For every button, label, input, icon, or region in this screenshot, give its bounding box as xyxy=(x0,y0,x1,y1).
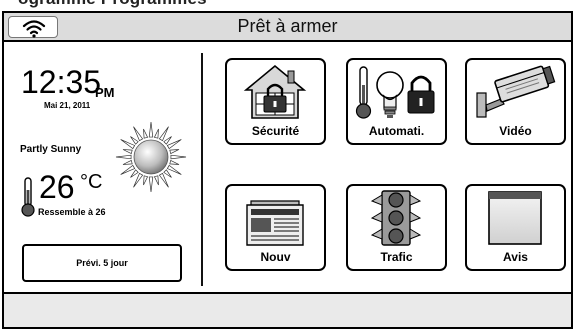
bottom-bar xyxy=(4,292,571,327)
automation-thermometer-bulb-lock-icon xyxy=(355,66,435,119)
status-title: Prêt à armer xyxy=(237,16,338,36)
cropped-caption-strip: ogramme Programmes xyxy=(0,0,575,8)
automation-tile[interactable]: Automati. xyxy=(346,58,447,145)
partly-sunny-icon xyxy=(115,121,187,193)
status-bar: Prêt à armer xyxy=(4,13,571,42)
vertical-divider xyxy=(201,53,203,286)
notices-tile[interactable]: Avis xyxy=(465,184,566,271)
newspaper-icon xyxy=(246,200,304,246)
touchscreen-panel: Prêt à armer 12:35 PM Mai 21, 2011 Partl… xyxy=(2,11,573,329)
traffic-light-icon xyxy=(370,190,422,246)
traffic-tile-label: Trafic xyxy=(380,250,413,264)
cropped-caption: ogramme Programmes xyxy=(18,0,207,8)
clock-date: Mai 21, 2011 xyxy=(44,101,91,110)
clock-ampm: PM xyxy=(95,85,115,100)
video-tile[interactable]: Vidéo xyxy=(465,58,566,145)
automation-tile-label: Automati. xyxy=(368,124,425,138)
security-tile[interactable]: Sécurité xyxy=(225,58,326,145)
clock-time: 12:35 xyxy=(21,64,102,100)
temperature-value: 26 xyxy=(39,169,75,205)
temperature-unit: °C xyxy=(80,171,103,193)
security-camera-icon xyxy=(476,65,556,118)
security-house-lock-icon xyxy=(243,64,307,119)
news-tile-label: Nouv xyxy=(260,250,291,264)
notices-tile-label: Avis xyxy=(503,250,528,264)
forecast-button[interactable]: Prévi. 5 jour xyxy=(22,244,182,282)
traffic-tile[interactable]: Trafic xyxy=(346,184,447,271)
weather-condition: Partly Sunny xyxy=(20,144,82,155)
notice-page-icon xyxy=(488,191,542,245)
thermometer-icon xyxy=(21,177,35,217)
news-tile[interactable]: Nouv xyxy=(225,184,326,271)
security-tile-label: Sécurité xyxy=(251,124,300,138)
feels-like-text: Ressemble à 26 xyxy=(38,207,106,217)
clock-weather-panel: 12:35 PM Mai 21, 2011 Partly Sunny 26 °C… xyxy=(4,44,199,292)
video-tile-label: Vidéo xyxy=(499,124,532,138)
